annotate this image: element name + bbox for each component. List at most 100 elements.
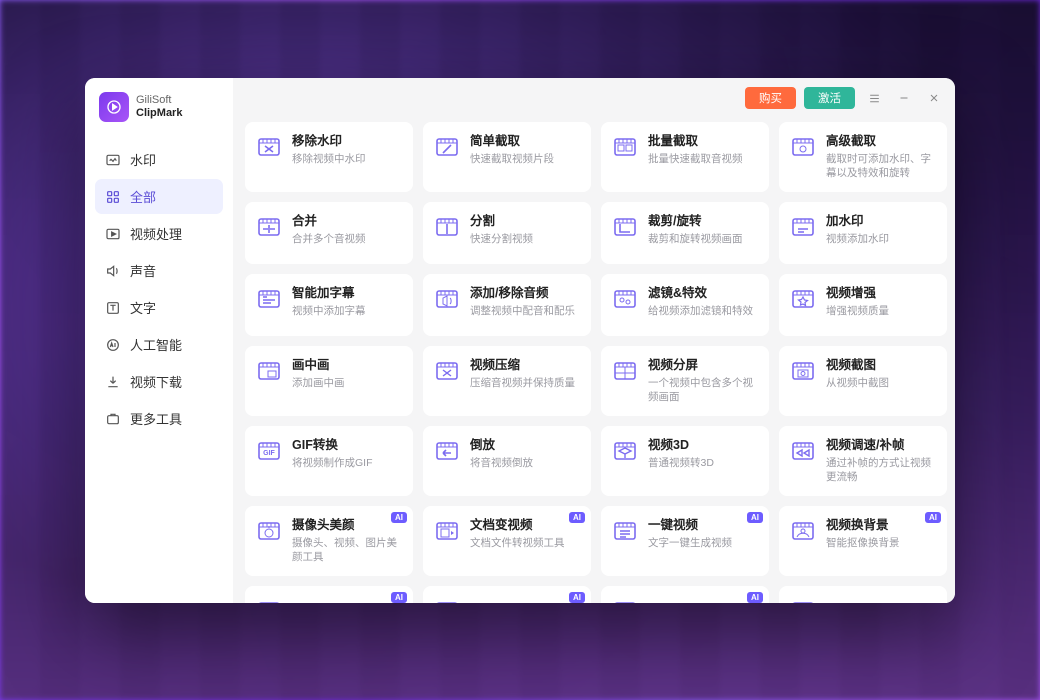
tool-card[interactable]: 视频截图 从视频中截图 — [779, 346, 947, 416]
tool-card[interactable]: 视频增强 增强视频质量 — [779, 274, 947, 336]
card-text: 添加/移除音频 调整视频中配音和配乐 — [470, 286, 580, 318]
tool-card[interactable]: AI 文档变视频 文档文件转视频工具 — [423, 506, 591, 576]
card-text: 滤镜&特效 给视频添加滤镜和特效 — [648, 286, 758, 318]
tool-card[interactable]: 批量截取 批量快速截取音视频 — [601, 122, 769, 192]
tool-card[interactable]: 高级截取 截取时可添加水印、字幕以及特效和旋转 — [779, 122, 947, 192]
gif-icon: GIF — [256, 438, 282, 464]
card-title: 合并 — [292, 214, 402, 230]
tool-card[interactable]: AI — [601, 586, 769, 603]
tool-card[interactable]: 分割 快速分割视频 — [423, 202, 591, 264]
card-desc: 压缩音视频并保持质量 — [470, 376, 580, 390]
tool-card[interactable]: 视频调速/补帧 通过补帧的方式让视频更流畅 — [779, 426, 947, 496]
tool-card[interactable]: 裁剪/旋转 裁剪和旋转视频画面 — [601, 202, 769, 264]
card-desc: 合并多个音视频 — [292, 232, 402, 246]
card-desc: 截取时可添加水印、字幕以及特效和旋转 — [826, 152, 936, 180]
tool-card[interactable]: 添加/移除音频 调整视频中配音和配乐 — [423, 274, 591, 336]
activate-button[interactable]: 激活 — [804, 87, 855, 109]
enhance-icon — [790, 286, 816, 312]
card-text — [648, 598, 758, 600]
sidebar-item-sound[interactable]: 声音 — [95, 253, 223, 288]
film-adv-icon — [790, 134, 816, 160]
more-icon — [256, 598, 282, 603]
tool-card[interactable]: 移除水印 移除视频中水印 — [245, 122, 413, 192]
sidebar-item-ai[interactable]: 人工智能 — [95, 327, 223, 362]
minimize-icon[interactable] — [893, 87, 915, 109]
card-title: 裁剪/旋转 — [648, 214, 758, 230]
film-x-icon — [256, 134, 282, 160]
card-text: 摄像头美颜 摄像头、视频、图片美颜工具 — [292, 518, 402, 564]
tool-card[interactable]: 合并 合并多个音视频 — [245, 202, 413, 264]
sidebar-item-grid[interactable]: 全部 — [95, 179, 223, 214]
text-icon — [105, 300, 121, 316]
ai-badge: AI — [569, 592, 585, 603]
tool-card[interactable] — [779, 586, 947, 603]
card-text — [826, 598, 936, 600]
sidebar-item-label: 更多工具 — [130, 409, 182, 428]
sidebar-item-text[interactable]: 文字 — [95, 290, 223, 325]
tool-card[interactable]: 滤镜&特效 给视频添加滤镜和特效 — [601, 274, 769, 336]
sidebar-item-watermark[interactable]: 水印 — [95, 142, 223, 177]
card-text: 视频增强 增强视频质量 — [826, 286, 936, 318]
card-desc: 将音视频倒放 — [470, 456, 580, 470]
download-icon — [105, 374, 121, 390]
tool-card[interactable]: 简单截取 快速截取视频片段 — [423, 122, 591, 192]
tool-card[interactable]: 视频3D 普通视频转3D — [601, 426, 769, 496]
more-icon — [790, 598, 816, 603]
card-text: 视频调速/补帧 通过补帧的方式让视频更流畅 — [826, 438, 936, 484]
menu-icon[interactable] — [863, 87, 885, 109]
sidebar-item-download[interactable]: 视频下载 — [95, 364, 223, 399]
tool-card[interactable]: 加水印 视频添加水印 — [779, 202, 947, 264]
card-desc: 快速截取视频片段 — [470, 152, 580, 166]
crop-icon — [612, 214, 638, 240]
tool-card[interactable]: AI 视频换背景 智能抠像换背景 — [779, 506, 947, 576]
card-scroll[interactable]: 移除水印 移除视频中水印 简单截取 快速截取视频片段 批量截取 批量快速截取音视… — [233, 118, 955, 603]
card-title: 滤镜&特效 — [648, 286, 758, 302]
card-title: 高级截取 — [826, 134, 936, 150]
doc2vid-icon — [434, 518, 460, 544]
tool-card[interactable]: GIF GIF转换 将视频制作成GIF — [245, 426, 413, 496]
close-icon[interactable] — [923, 87, 945, 109]
tool-card[interactable]: 视频分屏 一个视频中包含多个视频画面 — [601, 346, 769, 416]
sidebar-item-label: 视频处理 — [130, 224, 182, 243]
card-desc: 增强视频质量 — [826, 304, 936, 318]
sidebar-item-label: 人工智能 — [130, 335, 182, 354]
card-desc: 给视频添加滤镜和特效 — [648, 304, 758, 318]
card-text: 分割 快速分割视频 — [470, 214, 580, 246]
tool-card[interactable]: AI — [245, 586, 413, 603]
card-title: 文档变视频 — [470, 518, 580, 534]
tool-card[interactable]: 智能加字幕 视频中添加字幕 — [245, 274, 413, 336]
card-desc: 文字一键生成视频 — [648, 536, 758, 550]
card-desc: 快速分割视频 — [470, 232, 580, 246]
bg-icon — [790, 518, 816, 544]
video-icon — [105, 226, 121, 242]
sidebar-item-video[interactable]: 视频处理 — [95, 216, 223, 251]
sidebar-item-tools[interactable]: 更多工具 — [95, 401, 223, 436]
card-text — [292, 598, 402, 600]
card-text: 视频截图 从视频中截图 — [826, 358, 936, 390]
tool-card[interactable]: 画中画 添加画中画 — [245, 346, 413, 416]
card-text: 视频3D 普通视频转3D — [648, 438, 758, 470]
v3d-icon — [612, 438, 638, 464]
card-title: 分割 — [470, 214, 580, 230]
onekey-icon — [612, 518, 638, 544]
card-desc: 移除视频中水印 — [292, 152, 402, 166]
merge-icon — [256, 214, 282, 240]
card-desc: 调整视频中配音和配乐 — [470, 304, 580, 318]
sidebar-item-label: 全部 — [130, 187, 156, 206]
sidebar-nav: 水印 全部 视频处理 声音 文字 人工智能 视频下载 更多工具 — [85, 138, 233, 436]
card-text: 加水印 视频添加水印 — [826, 214, 936, 246]
tool-card[interactable]: 倒放 将音视频倒放 — [423, 426, 591, 496]
buy-button[interactable]: 购买 — [745, 87, 796, 109]
card-title: 简单截取 — [470, 134, 580, 150]
card-title: 一键视频 — [648, 518, 758, 534]
app-window: GiliSoft ClipMark 水印 全部 视频处理 声音 文字 人工智能 … — [85, 78, 955, 603]
card-text: 画中画 添加画中画 — [292, 358, 402, 390]
tool-card[interactable]: AI — [423, 586, 591, 603]
tool-card[interactable]: AI 一键视频 文字一键生成视频 — [601, 506, 769, 576]
snapshot-icon — [790, 358, 816, 384]
svg-text:GIF: GIF — [263, 450, 275, 457]
tool-card[interactable]: AI 摄像头美颜 摄像头、视频、图片美颜工具 — [245, 506, 413, 576]
tool-card[interactable]: 视频压缩 压缩音视频并保持质量 — [423, 346, 591, 416]
sound-icon — [105, 263, 121, 279]
card-text: 文档变视频 文档文件转视频工具 — [470, 518, 580, 550]
